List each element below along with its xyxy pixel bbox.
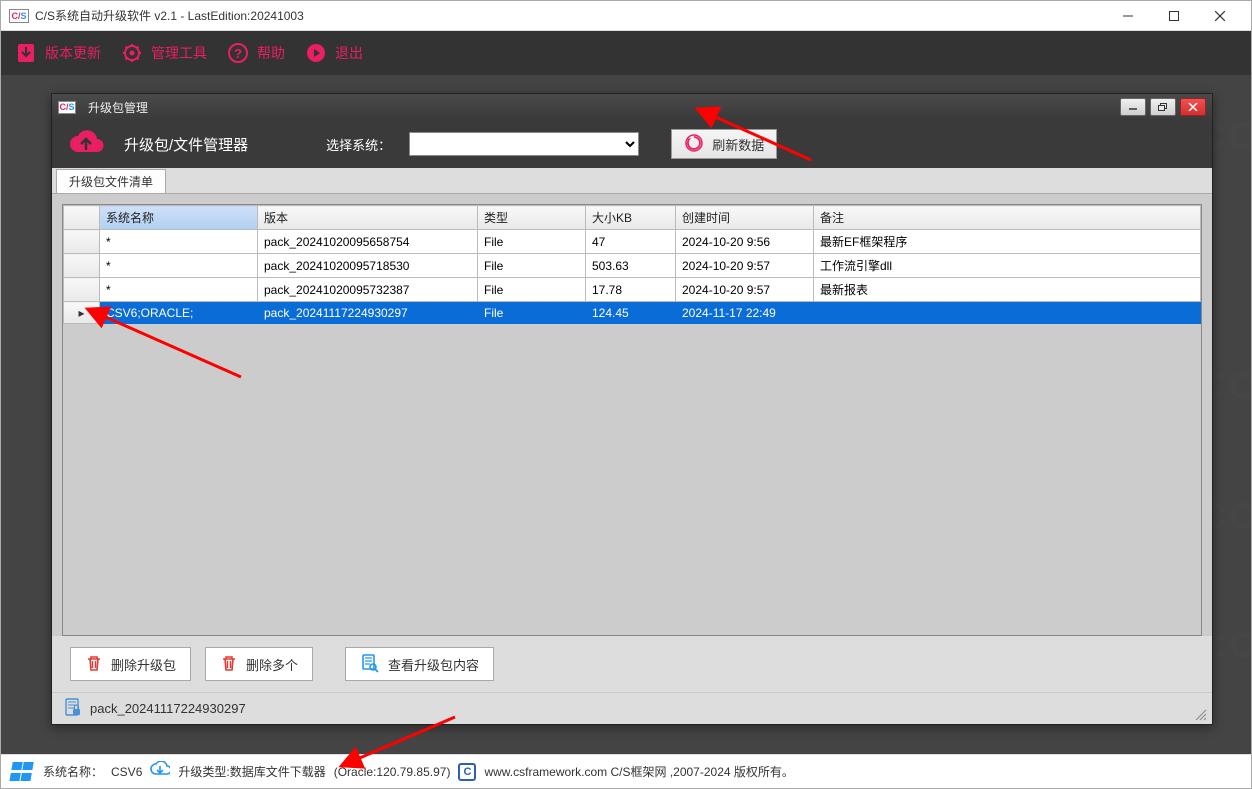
- grid-header[interactable]: 系统名称 版本 类型 大小KB 创建时间 备注: [64, 206, 1201, 230]
- trash-icon: [220, 654, 238, 675]
- cell-note: [814, 302, 1201, 324]
- menu-tools[interactable]: 管理工具: [121, 42, 207, 64]
- cs-logo-icon: C: [458, 763, 476, 781]
- menu-exit[interactable]: 退出: [305, 42, 363, 64]
- cell-note: 工作流引擎dll: [814, 254, 1201, 278]
- cell-time: 2024-10-20 9:56: [676, 230, 814, 254]
- delete-package-button[interactable]: 删除升级包: [70, 647, 191, 681]
- maximize-button[interactable]: [1151, 2, 1197, 30]
- inner-statusbar: pack_20241117224930297: [52, 692, 1212, 724]
- inner-toolbar: 升级包/文件管理器 选择系统： 刷新数据: [52, 120, 1212, 168]
- cell-type: File: [478, 254, 586, 278]
- tab-package-list[interactable]: 升级包文件清单: [56, 169, 166, 193]
- col-type[interactable]: 类型: [478, 206, 586, 230]
- inner-close-button[interactable]: [1180, 98, 1206, 116]
- close-button[interactable]: [1197, 2, 1243, 30]
- cloud-upload-icon: [66, 130, 106, 158]
- cell-system: CSV6;ORACLE;: [100, 302, 258, 324]
- package-grid[interactable]: 系统名称 版本 类型 大小KB 创建时间 备注 *pack_2024102009…: [62, 204, 1202, 636]
- svg-text:?: ?: [234, 46, 242, 61]
- cell-type: File: [478, 278, 586, 302]
- inner-minimize-button[interactable]: [1120, 98, 1146, 116]
- download-icon: [15, 42, 37, 64]
- cell-size: 124.45: [586, 302, 676, 324]
- select-system-label: 选择系统：: [326, 135, 391, 154]
- cell-time: 2024-10-20 9:57: [676, 254, 814, 278]
- cell-version: pack_20241020095732387: [258, 278, 478, 302]
- table-row[interactable]: ▸CSV6;ORACLE;pack_20241117224930297File1…: [64, 302, 1201, 324]
- status-pack-name: pack_20241117224930297: [90, 701, 246, 716]
- menu-help[interactable]: ? 帮助: [227, 42, 285, 64]
- col-created[interactable]: 创建时间: [676, 206, 814, 230]
- row-indicator: ▸: [64, 302, 100, 324]
- delete-multiple-button[interactable]: 删除多个: [205, 647, 313, 681]
- footer-sys-label: 系统名称：: [43, 763, 103, 780]
- menu-version-update[interactable]: 版本更新: [15, 42, 101, 64]
- cell-time: 2024-11-17 22:49: [676, 302, 814, 324]
- footer-sys-value: CSV6: [111, 765, 142, 779]
- table-row[interactable]: *pack_20241020095732387File17.782024-10-…: [64, 278, 1201, 302]
- cell-time: 2024-10-20 9:57: [676, 278, 814, 302]
- gear-icon: [121, 42, 143, 64]
- inner-titlebar[interactable]: C/S 升级包管理: [52, 94, 1212, 120]
- main-window: C/S C/S系统自动升级软件 v2.1 - LastEdition:20241…: [0, 0, 1252, 789]
- window-title: C/S系统自动升级软件 v2.1 - LastEdition:20241003: [35, 7, 1105, 24]
- table-row[interactable]: *pack_20241020095658754File472024-10-20 …: [64, 230, 1201, 254]
- col-note[interactable]: 备注: [814, 206, 1201, 230]
- cell-system: *: [100, 278, 258, 302]
- system-select[interactable]: [409, 132, 639, 156]
- row-indicator: [64, 230, 100, 254]
- document-lock-icon: [64, 697, 82, 720]
- toolbar-title: 升级包/文件管理器: [124, 134, 248, 155]
- cell-size: 503.63: [586, 254, 676, 278]
- grid-container: 系统名称 版本 类型 大小KB 创建时间 备注 *pack_2024102009…: [52, 194, 1212, 636]
- action-bar: 删除升级包 删除多个 查看升级包内容: [52, 636, 1212, 692]
- cell-version: pack_20241020095658754: [258, 230, 478, 254]
- col-version[interactable]: 版本: [258, 206, 478, 230]
- inner-window-title: 升级包管理: [88, 99, 148, 116]
- trash-icon: [85, 654, 103, 675]
- tab-strip: 升级包文件清单: [52, 168, 1212, 194]
- footer: 系统名称： CSV6 升级类型:数据库文件下载器 (Oracle:120.79.…: [1, 754, 1251, 788]
- footer-url: www.csframework.com C/S框架网 ,2007-2024 版权…: [484, 763, 793, 780]
- inner-restore-button[interactable]: [1150, 98, 1176, 116]
- minimize-button[interactable]: [1105, 2, 1151, 30]
- row-indicator: [64, 254, 100, 278]
- view-content-button[interactable]: 查看升级包内容: [345, 647, 494, 681]
- col-indicator[interactable]: [64, 206, 100, 230]
- footer-type: 升级类型:数据库文件下载器: [178, 763, 325, 780]
- col-system-name[interactable]: 系统名称: [100, 206, 258, 230]
- package-manager-window: C/S 升级包管理 升级包/文件管理器 选择系统：: [51, 93, 1213, 725]
- footer-oracle: (Oracle:120.79.85.97): [334, 765, 451, 779]
- menubar: 版本更新 管理工具 ? 帮助 退出: [1, 31, 1251, 75]
- cell-type: File: [478, 230, 586, 254]
- windows-icon: [9, 762, 37, 782]
- help-icon: ?: [227, 42, 249, 64]
- refresh-icon: [684, 133, 704, 156]
- refresh-button[interactable]: 刷新数据: [671, 129, 777, 159]
- cell-system: *: [100, 230, 258, 254]
- cloud-download-icon: [150, 761, 170, 782]
- cell-note: 最新EF框架程序: [814, 230, 1201, 254]
- exit-icon: [305, 42, 327, 64]
- cell-size: 17.78: [586, 278, 676, 302]
- cell-version: pack_20241117224930297: [258, 302, 478, 324]
- cell-type: File: [478, 302, 586, 324]
- document-search-icon: [360, 653, 380, 676]
- table-row[interactable]: *pack_20241020095718530File503.632024-10…: [64, 254, 1201, 278]
- app-icon: C/S: [9, 9, 29, 23]
- resize-grip-icon[interactable]: [1194, 708, 1208, 722]
- cell-size: 47: [586, 230, 676, 254]
- row-indicator: [64, 278, 100, 302]
- cell-note: 最新报表: [814, 278, 1201, 302]
- cell-system: *: [100, 254, 258, 278]
- col-size[interactable]: 大小KB: [586, 206, 676, 230]
- outer-titlebar[interactable]: C/S C/S系统自动升级软件 v2.1 - LastEdition:20241…: [1, 1, 1251, 31]
- cell-version: pack_20241020095718530: [258, 254, 478, 278]
- mdi-area: CO CO V CO CO C/S 升级包管理 升级包/文件: [1, 75, 1251, 754]
- app-icon: C/S: [58, 101, 76, 114]
